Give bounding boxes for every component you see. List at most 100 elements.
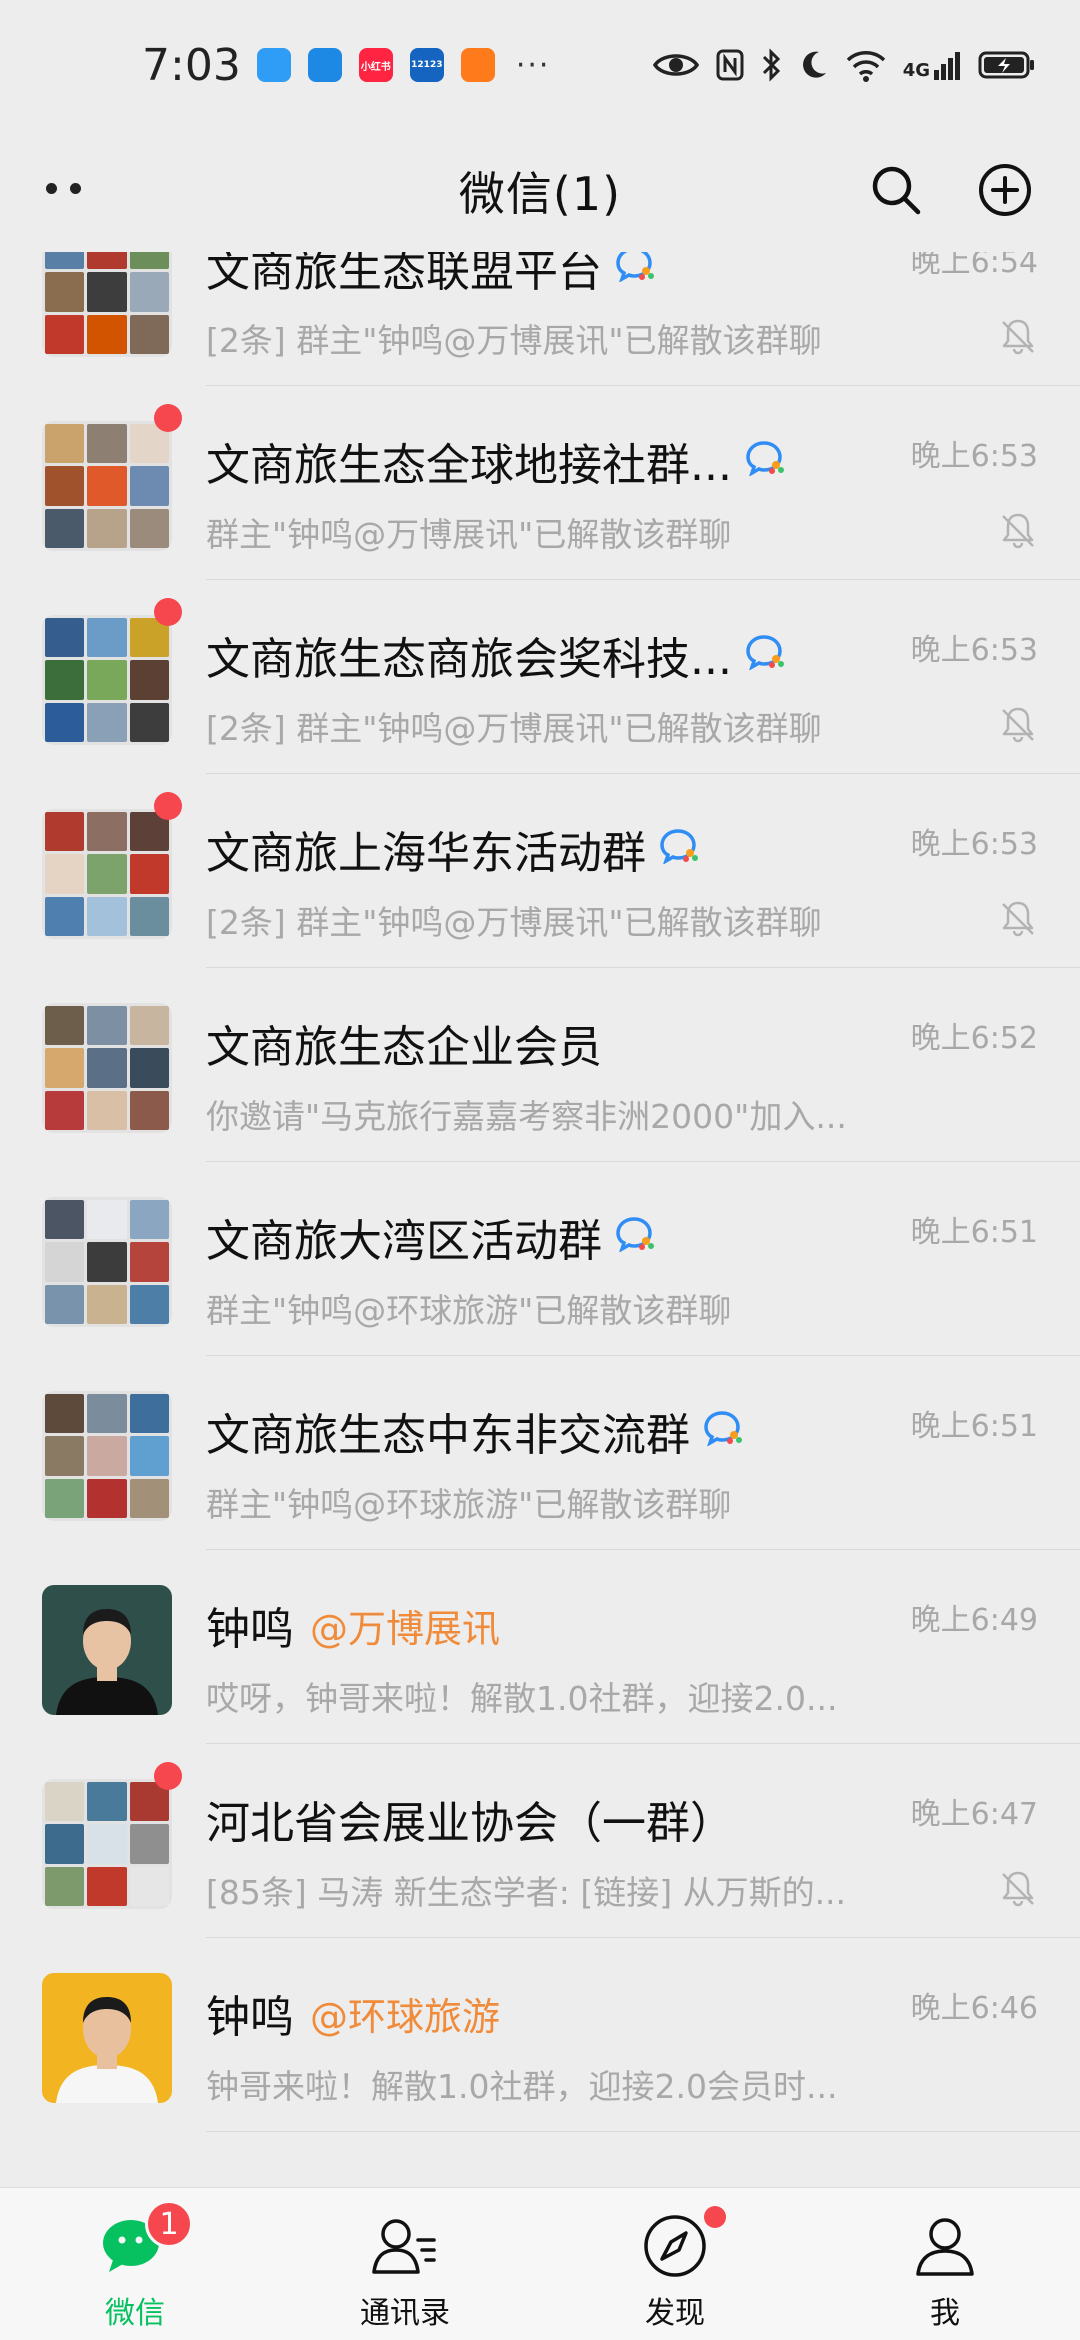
chat-name: 钟鸣 (206, 1992, 294, 2043)
more-notifications-icon: ··· (515, 47, 551, 83)
chat-name: 钟鸣 (206, 1604, 294, 1655)
chat-preview: 钟哥来啦！解散1.0社群，迎接2.0会员时... (206, 2067, 838, 2106)
row-divider (206, 2131, 1080, 2132)
chat-name: 文商旅大湾区活动群 (206, 1216, 602, 1267)
wecom-icon (746, 630, 786, 681)
chat-title: 文商旅生态商旅会奖科技... (206, 623, 786, 687)
chat-preview: [85条] 马涛 新生态学者: [链接] 从万斯的... (206, 1873, 847, 1912)
group-avatar (42, 252, 172, 357)
chat-row[interactable]: 文商旅大湾区活动群 晚上6:51 群主"钟鸣@环球旅游"已解散该群聊 (0, 1162, 1080, 1356)
chat-name: 文商旅生态企业会员 (206, 1022, 602, 1073)
group-avatar (42, 615, 172, 745)
wechat-screen: 7:03 小红书 12123 ··· 4G 微信(1) 文商旅生态联盟平台 晚上… (0, 0, 1080, 2340)
chat-title: 文商旅生态中东非交流群 (206, 1399, 744, 1463)
chat-preview: [2条] 群主"钟鸣@万博展讯"已解散该群聊 (206, 321, 822, 360)
tab-me[interactable]: 我 (810, 2188, 1080, 2340)
bottom-tab-bar: 1 微信 通讯录 发现 我 (0, 2187, 1080, 2340)
chat-time: 晚上6:46 (910, 1991, 1038, 2026)
wecom-icon (746, 436, 786, 487)
tab-contacts-label: 通讯录 (360, 2296, 450, 2331)
chat-row[interactable]: 文商旅生态中东非交流群 晚上6:51 群主"钟鸣@环球旅游"已解散该群聊 (0, 1356, 1080, 1550)
chat-name: 文商旅生态全球地接社群... (206, 440, 732, 491)
group-avatar (42, 421, 172, 551)
group-avatar (42, 1779, 172, 1909)
chat-name: 河北省会展业协会（一群） (206, 1798, 734, 1849)
wecom-icon (704, 1406, 744, 1457)
contact-avatar (42, 1585, 172, 1715)
corp-tag: @万博展讯 (310, 1606, 501, 1651)
chat-preview: 群主"钟鸣@环球旅游"已解散该群聊 (206, 1291, 732, 1330)
eye-icon (652, 54, 699, 76)
page-title: 微信(1) (458, 167, 622, 221)
tab-discover[interactable]: 发现 (540, 2188, 810, 2340)
tab-contacts[interactable]: 通讯录 (270, 2188, 540, 2340)
chat-row[interactable]: 文商旅上海华东活动群 晚上6:53 [2条] 群主"钟鸣@万博展讯"已解散该群聊 (0, 774, 1080, 968)
bluetooth-icon (762, 48, 780, 82)
unread-dot (154, 792, 182, 820)
discover-new-dot (704, 2206, 726, 2228)
chat-name: 文商旅生态联盟平台 (206, 252, 602, 297)
plus-circle-icon (979, 164, 1031, 216)
chat-preview: [2条] 群主"钟鸣@万博展讯"已解散该群聊 (206, 903, 822, 942)
status-time: 7:03 (142, 39, 241, 91)
more-dots-icon[interactable] (46, 183, 86, 195)
chat-preview: 你邀请"马克旅行嘉嘉考察非洲2000"加入... (206, 1097, 847, 1136)
chat-time: 晚上6:53 (910, 827, 1038, 862)
chat-row[interactable]: 河北省会展业协会（一群） 晚上6:47 [85条] 马涛 新生态学者: [链接] 从… (0, 1744, 1080, 1938)
muted-bell-icon (998, 316, 1038, 356)
chat-row[interactable]: 钟鸣 @万博展讯 晚上6:49 哎呀，钟哥来啦！解散1.0社群，迎接2.0... (0, 1550, 1080, 1744)
tab-discover-label: 发现 (645, 2296, 705, 2331)
chat-name: 文商旅上海华东活动群 (206, 828, 646, 879)
group-avatar (42, 809, 172, 939)
cell-signal-icon: 4G (903, 50, 962, 80)
network-type-label: 4G (902, 60, 930, 81)
battery-charging-icon (978, 51, 1034, 79)
chat-row[interactable]: 文商旅生态联盟平台 晚上6:54 [2条] 群主"钟鸣@万博展讯"已解散该群聊 (0, 252, 1080, 386)
tab-chats[interactable]: 1 微信 (0, 2188, 270, 2340)
chat-preview: [2条] 群主"钟鸣@万博展讯"已解散该群聊 (206, 709, 822, 748)
muted-bell-icon (998, 1868, 1038, 1908)
chat-list[interactable]: 文商旅生态联盟平台 晚上6:54 [2条] 群主"钟鸣@万博展讯"已解散该群聊 文商旅… (0, 252, 1080, 2187)
tab-chats-label: 微信 (105, 2296, 165, 2331)
person-icon (909, 2210, 981, 2282)
muted-bell-icon (998, 704, 1038, 744)
chat-title: 文商旅上海华东活动群 (206, 817, 700, 881)
chat-time: 晚上6:54 (910, 252, 1038, 280)
app-header: 微信(1) (0, 130, 1080, 252)
wecom-icon (660, 824, 700, 875)
chat-time: 晚上6:52 (910, 1021, 1038, 1056)
chat-row[interactable]: 钟鸣 @环球旅游 晚上6:46 钟哥来啦！解散1.0社群，迎接2.0会员时... (0, 1938, 1080, 2132)
chat-row[interactable]: 文商旅生态企业会员 晚上6:52 你邀请"马克旅行嘉嘉考察非洲2000"加入... (0, 968, 1080, 1162)
do-not-disturb-moon-icon (802, 51, 826, 78)
chat-time: 晚上6:53 (910, 439, 1038, 474)
status-indicators: 4G (652, 47, 1036, 83)
unread-dot (154, 404, 182, 432)
add-button[interactable] (975, 160, 1035, 220)
status-app-icons: 小红书 12123 (256, 48, 512, 82)
group-avatar (42, 1197, 172, 1327)
wecom-icon (616, 1212, 656, 1263)
tab-me-label: 我 (930, 2296, 960, 2331)
chat-preview: 群主"钟鸣@万博展讯"已解散该群聊 (206, 515, 732, 554)
search-button[interactable] (866, 160, 926, 220)
orange-app-icon (460, 48, 495, 82)
wifi-icon (846, 51, 885, 82)
wecom-icon (616, 252, 656, 293)
nfc-icon (716, 49, 744, 81)
chat-row[interactable]: 文商旅生态全球地接社群... 晚上6:53 群主"钟鸣@万博展讯"已解散该群聊 (0, 386, 1080, 580)
muted-bell-icon (998, 898, 1038, 938)
corp-tag: @环球旅游 (310, 1994, 501, 2039)
chat-name: 文商旅生态中东非交流群 (206, 1410, 690, 1461)
chat-title: 文商旅生态联盟平台 (206, 252, 656, 299)
status-bar: 7:03 小红书 12123 ··· 4G (0, 0, 1080, 130)
muted-bell-icon (998, 510, 1038, 550)
chat-row[interactable]: 文商旅生态商旅会奖科技... 晚上6:53 [2条] 群主"钟鸣@万博展讯"已解散该… (0, 580, 1080, 774)
chat-time: 晚上6:47 (910, 1797, 1038, 1832)
xiaohongshu-app-icon: 小红书 (358, 48, 393, 82)
shield-app-icon (307, 48, 342, 82)
search-icon (872, 166, 921, 215)
chat-title: 河北省会展业协会（一群） (206, 1787, 734, 1851)
chat-preview: 群主"钟鸣@环球旅游"已解散该群聊 (206, 1485, 732, 1524)
chat-title: 文商旅生态全球地接社群... (206, 429, 786, 493)
compass-icon (639, 2210, 711, 2282)
